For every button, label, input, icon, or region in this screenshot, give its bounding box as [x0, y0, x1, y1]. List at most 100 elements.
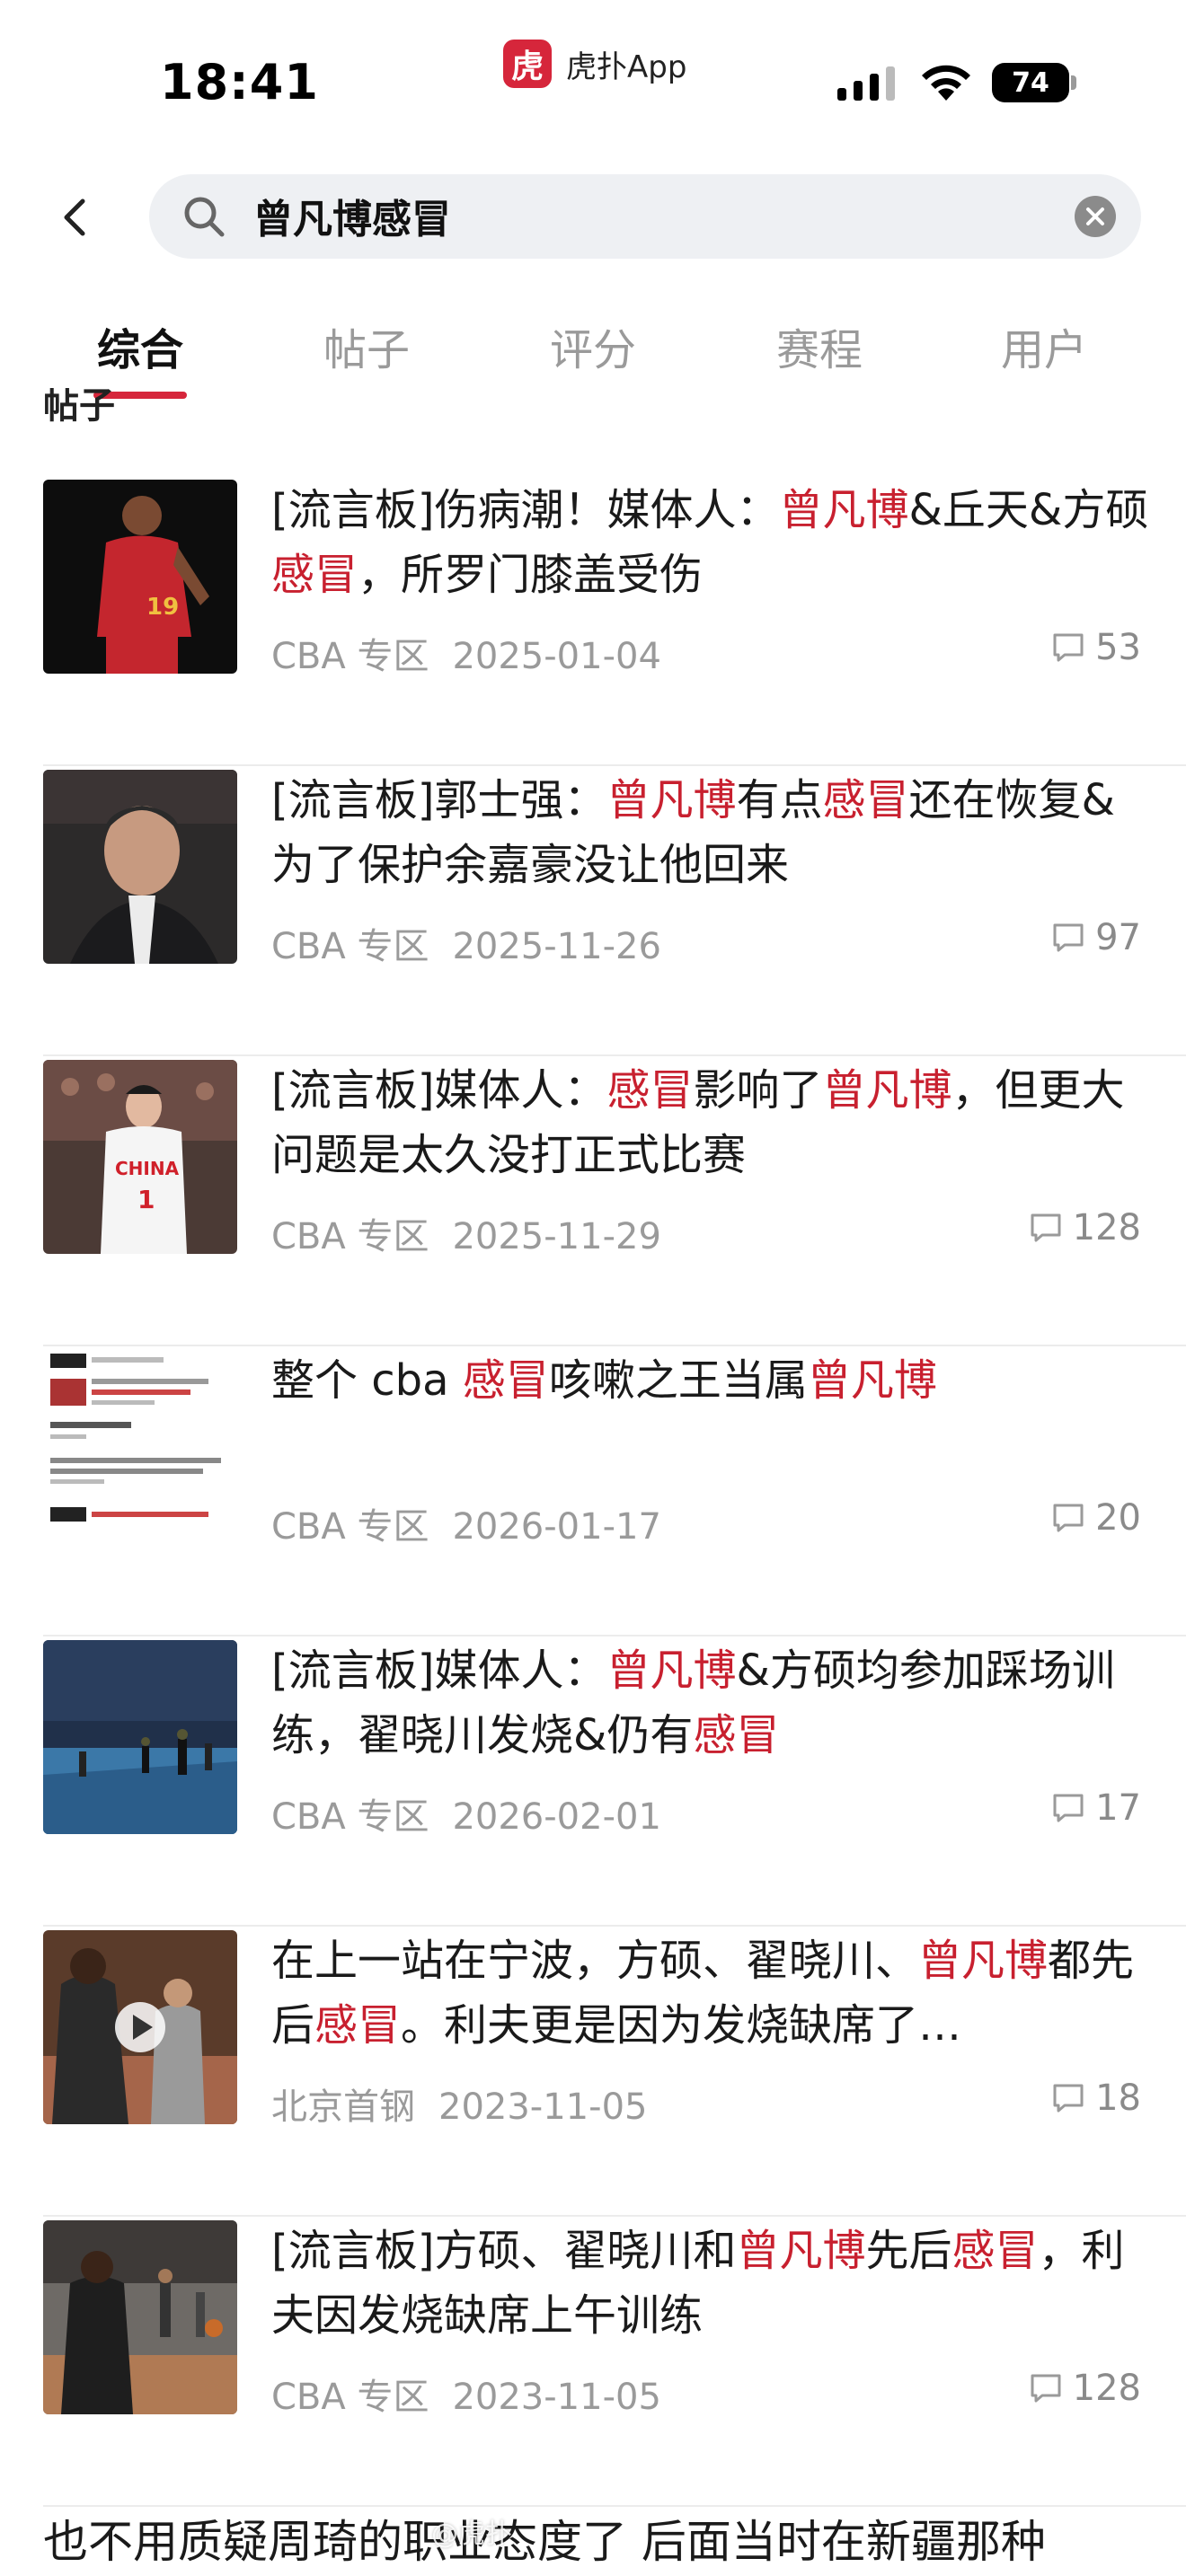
comment-count: 53: [1050, 627, 1141, 668]
back-arrow-icon[interactable]: [58, 198, 93, 236]
keyword-highlight: 感冒: [271, 550, 358, 600]
status-time: 18:41: [160, 54, 319, 110]
app-badge[interactable]: 虎 虎扑App: [503, 40, 686, 88]
comment-count: 128: [1028, 1207, 1141, 1248]
keyword-highlight: 感冒: [822, 775, 909, 825]
post-meta: CBA 专区 2023-11-05: [271, 2368, 661, 2420]
cellular-signal-icon: [837, 66, 895, 101]
post-item[interactable]: [流言板]郭士强：曾凡博有点感冒还在恢复&为了保护余嘉豪没让他回来 CBA 专区 2…: [0, 766, 1186, 1056]
post-board[interactable]: CBA 专区: [271, 1796, 429, 1838]
post-title[interactable]: [流言板]郭士强：曾凡博有点感冒还在恢复&为了保护余嘉豪没让他回来: [271, 768, 1152, 897]
keyword-highlight: 感冒: [693, 1710, 780, 1760]
post-title[interactable]: 在上一站在宁波，方硕、翟晓川、曾凡博都先后感冒。利夫更是因为发烧缺席了…: [271, 1928, 1152, 2058]
search-bar[interactable]: [149, 174, 1141, 259]
post-board[interactable]: CBA 专区: [271, 2377, 429, 2418]
coach-photo: [43, 770, 237, 964]
comment-count: 17: [1050, 1787, 1141, 1829]
status-bar: 18:41 虎 虎扑App 74: [0, 0, 1186, 162]
comment-icon: [1053, 633, 1084, 662]
player-photo: 19: [43, 480, 237, 674]
keyword-highlight: 曾凡博: [606, 775, 737, 825]
hupu-logo-icon: 虎: [503, 40, 552, 88]
svg-text:19: 19: [146, 594, 179, 621]
keyword-highlight: 感冒: [606, 1065, 694, 1116]
title-text: 先后: [865, 2226, 952, 2276]
battery-icon: 74: [992, 63, 1069, 102]
post-title[interactable]: [流言板]媒体人：感冒影响了曾凡博，但更大问题是太久没打正式比赛: [271, 1058, 1152, 1187]
title-text: [流言板]郭士强：: [271, 775, 607, 825]
comment-count-value: 128: [1072, 2368, 1141, 2409]
post-item[interactable]: 19 [流言板]伤病潮！媒体人：曾凡博&丘天&方硕感冒，所罗门膝盖受伤 CBA 专区…: [0, 476, 1186, 766]
post-list: 19 [流言板]伤病潮！媒体人：曾凡博&丘天&方硕感冒，所罗门膝盖受伤 CBA 专区…: [0, 476, 1186, 2507]
title-text: 影响了: [693, 1065, 823, 1116]
svg-text:1: 1: [137, 1185, 155, 1214]
training-photo: [43, 2220, 237, 2414]
tab-ratings[interactable]: 评分: [550, 314, 636, 377]
title-text: &丘天&方硕: [908, 485, 1149, 535]
post-meta: CBA 专区 2025-01-04: [271, 627, 661, 679]
comment-icon: [1053, 1794, 1084, 1822]
title-text: 。利夫更是因为发烧缺席了…: [401, 2000, 962, 2051]
search-input[interactable]: [253, 190, 1017, 241]
comment-count: 18: [1050, 2078, 1141, 2119]
player-china-photo: CHINA 1: [43, 1060, 237, 1254]
video-thumbnail: [43, 1930, 237, 2124]
post-meta: CBA 专区 2026-02-01: [271, 1787, 661, 1839]
post-title[interactable]: 整个 cba 感冒咳嗽之王当属曾凡博: [271, 1348, 1152, 1413]
comment-icon: [1031, 1213, 1061, 1242]
post-date: 2023-11-05: [438, 2086, 648, 2128]
section-title: 帖子: [43, 388, 115, 424]
title-text: 整个 cba: [271, 1355, 463, 1406]
post-item[interactable]: 整个 cba 感冒咳嗽之王当属曾凡博 CBA 专区 2026-01-17 20: [0, 1346, 1186, 1636]
post-board[interactable]: CBA 专区: [271, 926, 429, 967]
tab-schedule[interactable]: 赛程: [776, 314, 863, 377]
court-photo: [43, 1640, 237, 1834]
title-text: [流言板]媒体人：: [271, 1065, 607, 1116]
comment-icon: [1031, 2374, 1061, 2403]
screenshot-thumbnail: [43, 1350, 237, 1544]
post-title[interactable]: [流言板]方硕、翟晓川和曾凡博先后感冒，利夫因发烧缺席上午训练: [271, 2219, 1152, 2348]
title-text: 咳嗽之王当属: [548, 1355, 808, 1406]
svg-text:CHINA: CHINA: [115, 1158, 180, 1179]
clear-search-button[interactable]: [1075, 196, 1116, 237]
post-date: 2026-02-01: [452, 1796, 661, 1838]
watermark: @虎扑: [431, 2519, 512, 2550]
app-name: 虎扑App: [566, 49, 687, 85]
search-header: [0, 171, 1186, 260]
title-text: [流言板]方硕、翟晓川和: [271, 2226, 737, 2276]
post-board[interactable]: CBA 专区: [271, 1216, 429, 1257]
search-icon: [181, 194, 226, 243]
post-date: 2025-11-26: [452, 926, 661, 967]
post-item[interactable]: [流言板]方硕、翟晓川和曾凡博先后感冒，利夫因发烧缺席上午训练 CBA 专区 202…: [0, 2217, 1186, 2507]
post-date: 2025-11-29: [452, 1216, 661, 1257]
post-item[interactable]: [流言板]媒体人：曾凡博&方硕均参加踩场训练，翟晓川发烧&仍有感冒 CBA 专区 2…: [0, 1636, 1186, 1927]
post-item[interactable]: CHINA 1 [流言板]媒体人：感冒影响了曾凡博，但更大问题是太久没打正式比赛 CB…: [0, 1056, 1186, 1346]
post-meta: CBA 专区 2026-01-17: [271, 1497, 661, 1549]
comment-count-value: 20: [1095, 1497, 1141, 1539]
title-text: ，所罗门膝盖受伤: [358, 550, 704, 600]
comment-count-value: 97: [1095, 917, 1141, 958]
close-icon: [1086, 207, 1104, 225]
keyword-highlight: 曾凡博: [822, 1065, 952, 1116]
keyword-highlight: 曾凡博: [779, 485, 909, 535]
tab-comprehensive[interactable]: 综合: [97, 314, 183, 377]
post-title-partial[interactable]: 也不用质疑周琦的职业态度了 后面当时在新疆那种: [43, 2506, 1046, 2571]
post-date: 2025-01-04: [452, 636, 661, 677]
post-board[interactable]: CBA 专区: [271, 1506, 429, 1548]
comment-count: 97: [1050, 917, 1141, 958]
post-title[interactable]: [流言板]伤病潮！媒体人：曾凡博&丘天&方硕感冒，所罗门膝盖受伤: [271, 478, 1152, 607]
tab-posts[interactable]: 帖子: [323, 314, 410, 377]
battery-cap: [1071, 75, 1076, 90]
post-date: 2026-01-17: [452, 1506, 661, 1548]
keyword-highlight: 曾凡博: [918, 1936, 1049, 1986]
post-title[interactable]: [流言板]媒体人：曾凡博&方硕均参加踩场训练，翟晓川发烧&仍有感冒: [271, 1638, 1152, 1768]
post-board[interactable]: 北京首钢: [271, 2086, 415, 2128]
comment-count-value: 17: [1095, 1787, 1141, 1829]
post-item[interactable]: 在上一站在宁波，方硕、翟晓川、曾凡博都先后感冒。利夫更是因为发烧缺席了… 北京首钢…: [0, 1927, 1186, 2217]
keyword-highlight: 感冒: [314, 2000, 402, 2051]
tab-users[interactable]: 用户: [1001, 314, 1087, 377]
keyword-highlight: 曾凡博: [736, 2226, 866, 2276]
post-board[interactable]: CBA 专区: [271, 636, 429, 677]
keyword-highlight: 感冒: [462, 1355, 549, 1406]
keyword-highlight: 曾凡博: [807, 1355, 937, 1406]
